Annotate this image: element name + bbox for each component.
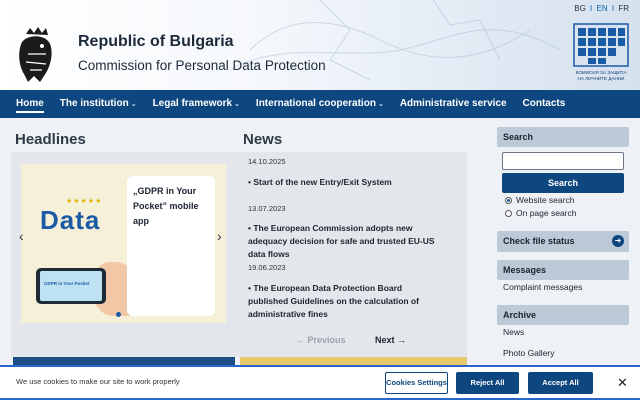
nav-legal-framework[interactable]: Legal framework ⌄ <box>145 90 248 118</box>
news-date: 19.06.2023 <box>248 263 286 272</box>
photo-gallery-link[interactable]: Photo Gallery <box>503 348 555 358</box>
lang-fr[interactable]: FR <box>618 4 629 13</box>
check-file-status[interactable]: Check file status ➜ <box>497 231 629 252</box>
nav-contacts[interactable]: Contacts <box>515 90 574 118</box>
phone-screen <box>40 271 102 301</box>
news-date: 13.07.2023 <box>248 204 286 213</box>
chevron-down-icon: ⌄ <box>130 101 137 108</box>
news-title[interactable]: • The European Commission adopts new ade… <box>248 222 438 261</box>
chevron-down-icon: ⌄ <box>377 101 384 108</box>
news-heading: News <box>243 131 283 148</box>
phone-label: GDPR in Your Pocket <box>44 281 90 286</box>
data-logo: Data <box>40 205 101 235</box>
nav-administrative-service[interactable]: Administrative service <box>392 90 515 118</box>
news-item[interactable]: 19.06.2023 • The European Data Protectio… <box>248 263 438 321</box>
commission-logo-text: КОМИСИЯ ЗА ЗАЩИТА НА ЛИЧНИТЕ ДАННИ <box>575 70 627 81</box>
site-header: Republic of Bulgaria Commission for Pers… <box>0 0 640 90</box>
cookie-banner: We use cookies to make our site to work … <box>0 365 640 400</box>
bulgarian-lion-crest-icon <box>19 27 52 82</box>
search-input[interactable] <box>502 152 624 170</box>
world-map-decoration <box>230 0 560 81</box>
radio-button[interactable] <box>505 196 512 204</box>
chevron-left-icon[interactable]: ‹ <box>19 228 24 244</box>
slide-title[interactable]: „GDPR in Your Pocket” mobile app <box>127 176 215 316</box>
news-item[interactable]: 14.10.2025 • Start of the new Entry/Exit… <box>248 157 438 189</box>
lang-bg[interactable]: BG <box>574 4 586 13</box>
language-switcher: BG I EN I FR <box>573 4 630 13</box>
search-heading: Search <box>497 127 629 147</box>
commission-logo[interactable]: КОМИСИЯ ЗА ЗАЩИТА НА ЛИЧНИТЕ ДАННИ <box>572 22 630 86</box>
site-title: Republic of Bulgaria <box>78 33 234 50</box>
archive-news-link[interactable]: News <box>503 327 524 337</box>
nav-home[interactable]: Home <box>8 90 52 118</box>
slider-dot[interactable] <box>116 312 121 317</box>
lang-separator: I <box>590 4 593 13</box>
accept-all-cookies-button[interactable]: Accept All Cookies <box>528 372 593 394</box>
messages-heading: Messages <box>497 260 629 280</box>
site-subtitle: Commission for Personal Data Protection <box>78 58 326 73</box>
section-bar-yellow <box>240 357 467 365</box>
search-button[interactable]: Search <box>502 173 624 193</box>
lang-en[interactable]: EN <box>597 4 608 13</box>
eu-stars-icon: ★★★★★ <box>66 198 103 205</box>
close-icon[interactable]: ✕ <box>617 375 628 391</box>
news-title[interactable]: • The European Data Protection Board pub… <box>248 282 438 321</box>
news-item[interactable]: 13.07.2023 • The European Commission ado… <box>248 204 438 261</box>
arrow-right-icon[interactable]: ➜ <box>612 235 624 247</box>
archive-heading: Archive <box>497 305 629 325</box>
headlines-heading: Headlines <box>15 131 86 148</box>
main-nav: Home The institution ⌄ Legal framework ⌄ I… <box>0 90 640 118</box>
cookie-text: We use cookies to make our site to work … <box>16 377 180 386</box>
complaint-messages-link[interactable]: Complaint messages <box>503 282 582 292</box>
chevron-right-icon[interactable]: › <box>217 228 222 244</box>
reject-all-button[interactable]: Reject All <box>456 372 519 394</box>
nav-international-cooperation[interactable]: International cooperation ⌄ <box>248 90 392 118</box>
lang-separator: I <box>611 4 615 13</box>
commission-logo-grid-icon <box>573 23 629 67</box>
slider-dots <box>116 312 121 317</box>
news-date: 14.10.2025 <box>248 157 286 166</box>
radio-button[interactable] <box>505 209 512 217</box>
chevron-down-icon: ⌄ <box>234 101 240 108</box>
nav-institution[interactable]: The institution ⌄ <box>52 90 145 118</box>
cookies-settings-button[interactable]: Cookies Settings <box>385 372 448 394</box>
news-title[interactable]: • Start of the new Entry/Exit System <box>248 176 438 189</box>
previous-button[interactable]: ← Previous <box>296 335 346 345</box>
next-button[interactable]: Next → <box>375 335 406 345</box>
radio-page-search[interactable]: On page search <box>505 208 576 218</box>
radio-website-search[interactable]: Website search <box>505 195 574 205</box>
section-bar-blue <box>13 357 235 365</box>
